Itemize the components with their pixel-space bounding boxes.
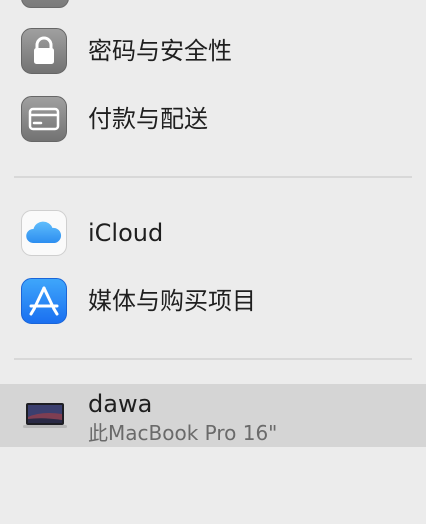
sidebar-item-label: iCloud [88,219,164,247]
macbook-icon [23,401,67,431]
sidebar-item-label: 付款与配送 [88,105,208,133]
app-store-icon [21,278,67,324]
sidebar-item-icloud[interactable]: iCloud [0,203,426,263]
section-divider [14,358,412,360]
sidebar-item-password-security[interactable]: 密码与安全性 [0,21,426,81]
sidebar-item-payment-shipping[interactable]: 付款与配送 [0,89,426,149]
section-divider [14,176,412,178]
sidebar-item-label: 媒体与购买项目 [88,287,256,315]
sidebar-item-media-purchases[interactable]: 媒体与购买项目 [0,271,426,331]
icloud-icon [21,210,67,256]
credit-card-icon [21,96,67,142]
device-name: dawa [88,390,153,418]
device-model: 此MacBook Pro 16" [88,421,278,445]
lock-icon [21,28,67,74]
sidebar-panel: 密码与安全性 付款与配送 iCloud 媒体与购买项目 dawa 此MacBoo… [0,0,426,524]
sidebar-item-label: 密码与安全性 [88,37,232,65]
partial-top-icon [21,0,69,8]
